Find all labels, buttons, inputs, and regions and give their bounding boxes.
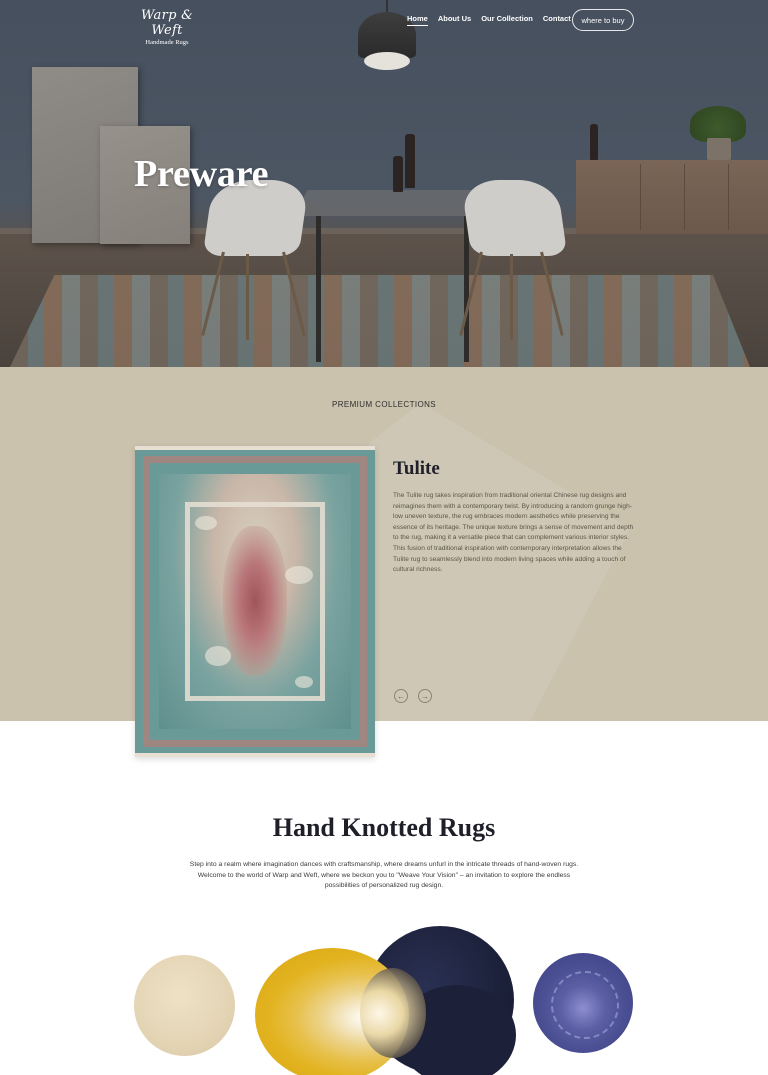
nav-home[interactable]: Home [407, 14, 428, 26]
chair-leg [510, 254, 513, 340]
chair-image [460, 180, 568, 256]
product-rug-image[interactable] [135, 446, 375, 757]
hero-rug-image [10, 275, 750, 367]
arrow-right-icon: → [421, 691, 429, 701]
premium-collections-section [0, 367, 768, 721]
rug-swirl-detail [360, 968, 426, 1058]
carousel-next-button[interactable]: → [418, 689, 432, 703]
round-rug-blue-image[interactable] [533, 953, 633, 1053]
plant-pot-image [707, 138, 731, 160]
table-leg [316, 216, 321, 362]
chair-leg [246, 254, 249, 340]
nav-our-collection[interactable]: Our Collection [481, 14, 533, 26]
wine-bottle-image [405, 134, 415, 188]
plant-image [690, 106, 746, 142]
sideboard-image [576, 160, 768, 234]
arrow-left-icon: ← [397, 691, 405, 701]
main-nav: Home About Us Our Collection Contact [407, 14, 571, 26]
top-navigation: Warp & Weft Handmade Rugs Home About Us … [0, 0, 768, 46]
carousel-prev-button[interactable]: ← [394, 689, 408, 703]
product-title: Tulite [393, 458, 440, 479]
hero-title: Preware [134, 153, 269, 195]
brand-tagline: Handmade Rugs [145, 39, 189, 46]
section-label: PREMIUM COLLECTIONS [331, 400, 437, 409]
wine-bottle-image [393, 156, 403, 192]
brand-name: Warp & Weft [140, 8, 194, 38]
nav-contact[interactable]: Contact [543, 14, 571, 26]
hand-knotted-intro: Step into a realm where imagination danc… [189, 861, 579, 889]
where-to-buy-button[interactable]: where to buy [572, 9, 634, 31]
product-description: The Tulite rug takes inspiration from tr… [393, 492, 634, 574]
round-rug-cream-image[interactable] [134, 955, 235, 1056]
wine-bottle-image [590, 124, 598, 160]
hand-knotted-title: Hand Knotted Rugs [272, 813, 496, 842]
brand-logo[interactable]: Warp & Weft Handmade Rugs [132, 8, 202, 46]
hero-banner: Warp & Weft Handmade Rugs Home About Us … [0, 0, 768, 367]
dining-table-image [292, 190, 490, 216]
nav-about-us[interactable]: About Us [438, 14, 471, 26]
